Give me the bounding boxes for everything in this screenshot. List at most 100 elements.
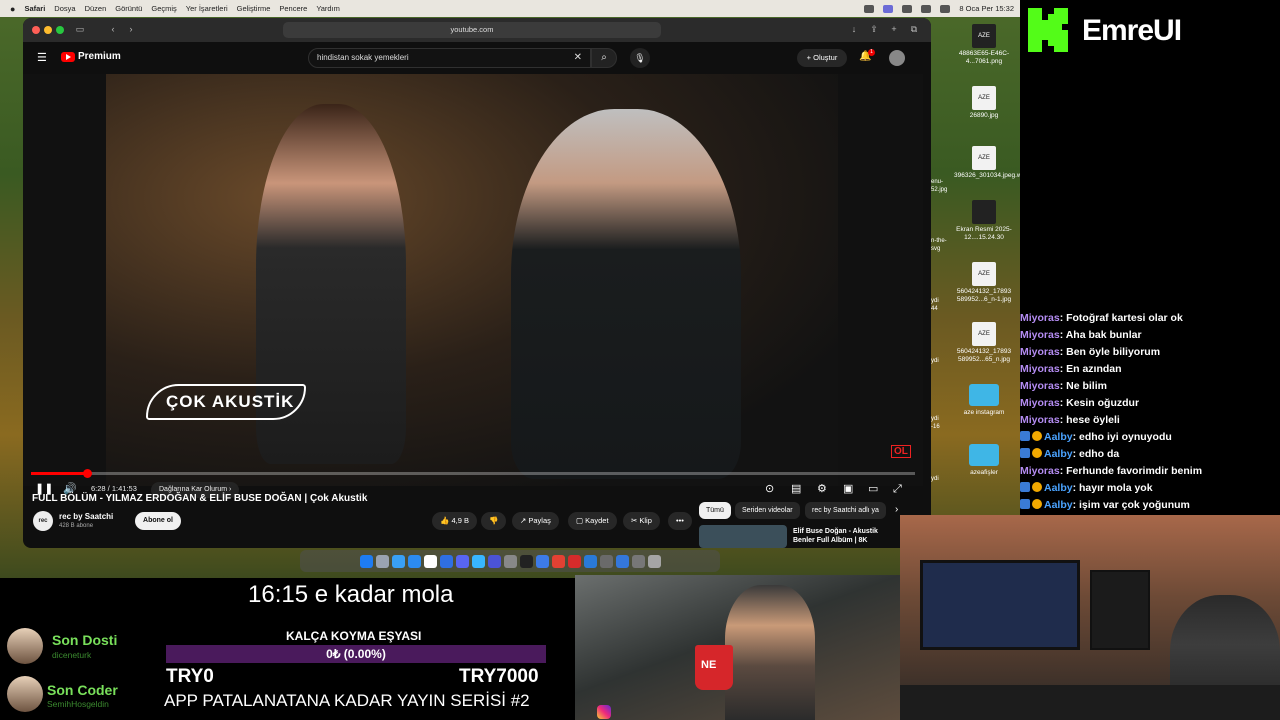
clear-search-icon[interactable]: ✕ [574, 49, 582, 67]
menu-item-window[interactable]: Pencere [279, 4, 307, 13]
vscode-dock-icon[interactable] [487, 554, 501, 568]
finder-dock-icon[interactable] [359, 554, 373, 568]
discord-dock-icon[interactable] [455, 554, 469, 568]
chat-username[interactable]: Miyoras [1020, 465, 1060, 477]
chat-username[interactable]: Miyoras [1020, 380, 1060, 392]
terminal-dock-icon[interactable] [519, 554, 533, 568]
hamburger-menu-icon[interactable]: ☰ [37, 51, 47, 64]
menu-app-name[interactable]: Safari [24, 4, 45, 13]
dislike-button[interactable]: 👎 [481, 512, 507, 530]
mail-dock-icon[interactable] [407, 554, 421, 568]
video-scrubber-handle[interactable] [82, 469, 92, 478]
screen-record-icon[interactable] [864, 4, 875, 13]
recommended-title[interactable]: Elif Buse Doğan - Akustik Benler Full Al… [793, 527, 893, 547]
search-button[interactable]: ⌕ [591, 48, 617, 68]
desktop-file[interactable]: AZE 560424132_17893 589952...6_n-1.jpg [954, 262, 1014, 304]
miniplayer-icon[interactable]: ▣ [843, 482, 853, 496]
chrome-dock-icon[interactable] [551, 554, 565, 568]
desktop-file[interactable]: AZE 26890.jpg [954, 86, 1014, 120]
opera-dock-icon[interactable] [567, 554, 581, 568]
forward-icon[interactable]: › [126, 24, 136, 34]
testflight-dock-icon[interactable] [535, 554, 549, 568]
chat-message: Aalby: edho iyi oynuyodu [1020, 429, 1280, 446]
user-avatar[interactable] [889, 50, 905, 66]
sidebar-toggle-icon[interactable]: ▭ [75, 24, 85, 34]
settings-gear-icon[interactable]: ⚙ [817, 482, 827, 496]
desktop-file[interactable]: AZE 396326_301034.jpeg.webp [954, 146, 1032, 180]
desktop-folder[interactable]: azeafişler [954, 444, 1014, 477]
minimize-window-button[interactable] [44, 26, 52, 34]
voice-search-button[interactable]: 🎙 [630, 48, 650, 68]
battery-icon[interactable] [902, 4, 913, 13]
menu-item-develop[interactable]: Geliştirme [237, 4, 271, 13]
menu-item-history[interactable]: Geçmiş [151, 4, 176, 13]
search-input[interactable]: hindistan sokak yemekleri ✕ [308, 48, 591, 68]
like-button[interactable]: 👍 4,9 B [432, 512, 477, 530]
desktop-file[interactable]: Ekran Resmi 2025-12....15.24.30 [954, 200, 1014, 242]
menubar-clock[interactable]: 8 Oca Per 15:32 [959, 4, 1014, 13]
chat-username[interactable]: Miyoras [1020, 397, 1060, 409]
files-dock-icon[interactable] [615, 554, 629, 568]
save-button[interactable]: ▢ Kaydet [568, 512, 617, 530]
chat-username[interactable]: Miyoras [1020, 312, 1060, 324]
tab-overview-icon[interactable]: ⧉ [909, 24, 919, 34]
more-actions-button[interactable]: ••• [668, 512, 692, 530]
desktop-file[interactable]: AZE 48863E65-E46C-4...7061.png [954, 24, 1014, 66]
apple-icon[interactable]: ● [10, 4, 15, 14]
menu-item-bookmarks[interactable]: Yer İşaretleri [186, 4, 228, 13]
chat-username[interactable]: Aalby [1044, 482, 1073, 494]
chip-channel[interactable]: rec by Saatchi adlı ya [805, 502, 886, 519]
launchpad-dock-icon[interactable] [375, 554, 389, 568]
calendar-dock-icon[interactable] [423, 554, 437, 568]
chat-username[interactable]: Miyoras [1020, 414, 1060, 426]
menu-item-view[interactable]: Görüntü [115, 4, 142, 13]
video-player[interactable]: ÇOK AKUSTİK OL ❚❚ 🔊 6:28 / 1:41:53 Dağla… [23, 74, 923, 498]
youtube-logo[interactable]: Premium [61, 51, 121, 62]
desktop-file[interactable]: AZE 560424132_17893 589952...65_n.jpg [954, 322, 1014, 364]
trash-dock-icon[interactable] [647, 554, 661, 568]
chat-username[interactable]: Miyoras [1020, 363, 1060, 375]
recommended-thumbnail[interactable] [699, 525, 787, 548]
spotlight-icon[interactable] [940, 4, 951, 13]
downloads-dock-icon[interactable] [631, 554, 645, 568]
clip-button[interactable]: ✂ Klip [623, 512, 660, 530]
menu-item-file[interactable]: Dosya [54, 4, 75, 13]
preview-dock-icon[interactable] [599, 554, 613, 568]
close-window-button[interactable] [32, 26, 40, 34]
theater-mode-icon[interactable]: ▭ [868, 482, 878, 496]
chat-username[interactable]: Aalby [1044, 448, 1073, 460]
autoplay-toggle-icon[interactable]: ⊙ [765, 482, 774, 496]
chat-username[interactable]: Miyoras [1020, 346, 1060, 358]
xcode-dock-icon[interactable] [471, 554, 485, 568]
app-store-dock-icon[interactable] [439, 554, 453, 568]
share-button[interactable]: ↗ Paylaş [512, 512, 559, 530]
desktop-folder[interactable]: aze instagram [954, 384, 1014, 417]
chat-username[interactable]: Aalby [1044, 431, 1073, 443]
wifi-icon[interactable] [921, 4, 932, 13]
video-progress-bar[interactable] [31, 469, 915, 478]
chip-series[interactable]: Seriden videolar [735, 502, 800, 519]
control-center-icon[interactable] [883, 4, 894, 13]
system-settings-dock-icon[interactable] [503, 554, 517, 568]
chat-username[interactable]: Miyoras [1020, 329, 1060, 341]
menu-item-edit[interactable]: Düzen [85, 4, 107, 13]
channel-name[interactable]: rec by Saatchi [59, 512, 113, 521]
zoom-window-button[interactable] [56, 26, 64, 34]
create-button[interactable]: + Oluştur [797, 49, 847, 67]
chips-next-icon[interactable]: › [895, 504, 898, 515]
subscribe-button[interactable]: Abone ol [135, 512, 181, 530]
chat-username[interactable]: Aalby [1044, 499, 1073, 511]
safari-dock-icon[interactable] [391, 554, 405, 568]
fullscreen-icon[interactable]: ⤢ [893, 482, 902, 496]
back-icon[interactable]: ‹ [108, 24, 118, 34]
share-icon[interactable]: ⇪ [869, 24, 879, 34]
download-icon[interactable]: ↓ [849, 24, 859, 34]
menu-item-help[interactable]: Yardım [316, 4, 340, 13]
translate-dock-icon[interactable] [583, 554, 597, 568]
new-tab-icon[interactable]: + [889, 24, 899, 34]
channel-avatar[interactable]: rec [33, 511, 53, 531]
chip-all[interactable]: Tümü [699, 502, 731, 519]
address-bar[interactable]: youtube.com [283, 22, 661, 38]
subscriber-badge-icon [1020, 448, 1030, 458]
subtitles-icon[interactable]: ▤ [791, 482, 801, 496]
